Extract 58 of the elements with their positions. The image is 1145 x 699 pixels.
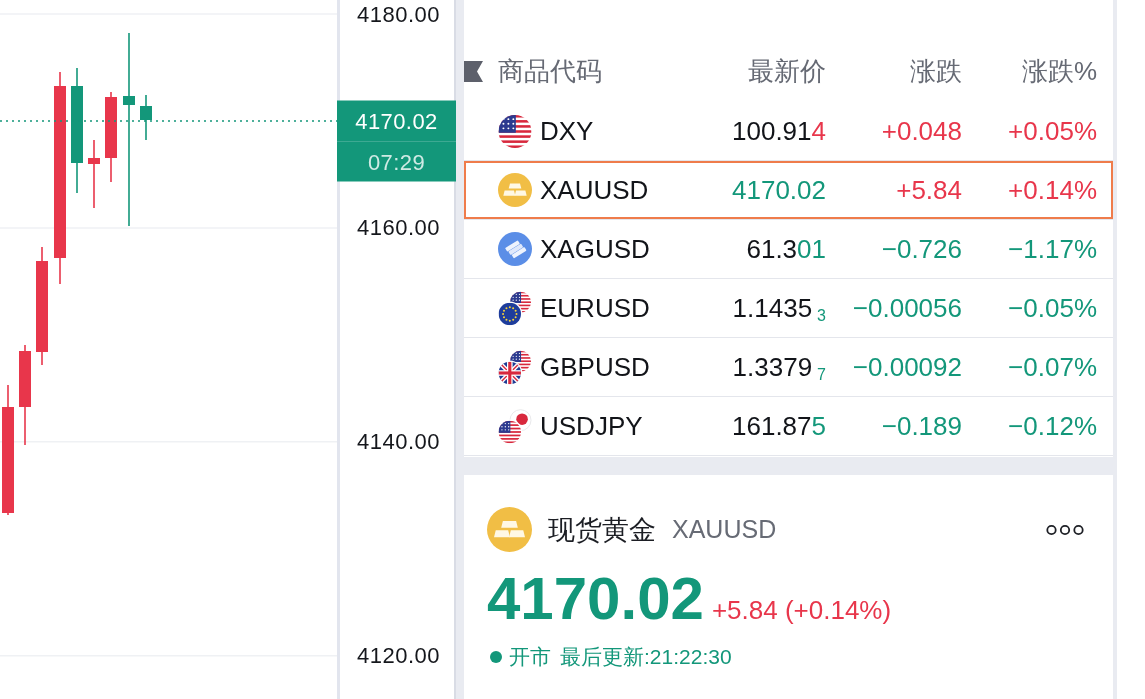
column-header: 最新价 (748, 54, 826, 88)
price-digits: 1.1435 (732, 292, 813, 324)
change-value: +0.048 (881, 115, 962, 147)
price-tag-value: 4170.02 (355, 108, 438, 134)
change-percent: −0.12% (1008, 410, 1097, 442)
axis-label: 4120.00 (356, 643, 440, 669)
countdown-label: 07:29 (367, 149, 426, 175)
column-header: 涨跌 (910, 54, 962, 88)
symbol-label: DXY (540, 115, 594, 147)
symbol-label: GBPUSD (540, 351, 650, 383)
price-digits: 1.3379 (732, 351, 813, 383)
change-percent: −0.07% (1008, 351, 1097, 383)
flag-pair-icon (498, 408, 532, 444)
symbol-label: XAGUSD (540, 233, 650, 265)
column-header: 涨跌% (1021, 54, 1097, 88)
flag-pair-icon (498, 349, 532, 385)
market-status: 开市 (509, 644, 551, 670)
instrument-name: 现货黄金 (548, 513, 656, 547)
pennant-icon (464, 60, 483, 82)
price-digits: 4170.02 (732, 174, 826, 206)
symbol-label: USDJPY (540, 410, 643, 442)
axis-label: 4180.00 (356, 1, 440, 27)
flag-pair-icon (498, 290, 532, 326)
ingot-icon (487, 507, 532, 552)
watchlist-row[interactable]: XAGUSD 61.301 −0.726 −1.17% (464, 220, 1113, 279)
change-value: −0.726 (881, 233, 962, 265)
change-value: −0.189 (881, 410, 962, 442)
price-digits: 161.87 (732, 410, 812, 442)
price-digits: 5 (811, 410, 826, 442)
price-digits: 61.3 (746, 233, 798, 265)
change-value: −0.00056 (852, 292, 962, 324)
pipette-digit: 7 (817, 365, 826, 384)
price-digits: 4 (811, 115, 826, 147)
price-digits: 100.91 (732, 115, 812, 147)
more-icon[interactable] (1046, 523, 1084, 536)
change-value: −0.00092 (852, 351, 962, 383)
price-value: 4170.02 (487, 569, 704, 629)
change-percent: +0.05% (1008, 115, 1097, 147)
watchlist-row[interactable]: XAUUSD 4170.02 +5.84 +0.14% (464, 161, 1113, 220)
change-percent: +0.14% (1008, 174, 1097, 206)
watchlist-row[interactable]: DXY 100.914 +0.048 +0.05% (464, 102, 1113, 161)
price-digits: 01 (797, 233, 826, 265)
symbol-label: XAUUSD (672, 515, 777, 544)
update-time: 最后更新:21:22:30 (560, 644, 732, 670)
pipette-digit: 3 (817, 306, 826, 325)
bar-stack-icon (498, 231, 532, 267)
flag-icon (498, 113, 532, 149)
symbol-label: XAUUSD (540, 174, 649, 206)
symbol-label: EURUSD (540, 292, 650, 324)
watchlist-row[interactable]: USDJPY 161.875 −0.189 −0.12% (464, 397, 1113, 456)
axis-label: 4140.00 (356, 429, 440, 455)
change-percent: −0.05% (1008, 292, 1097, 324)
change-value: +5.84 (896, 174, 962, 206)
change-value: +5.84 (+0.14%) (711, 595, 892, 626)
change-percent: −1.17% (1008, 233, 1097, 265)
axis-label: 4160.00 (356, 215, 440, 241)
ingot-icon (498, 172, 532, 208)
column-header: 商品代码 (498, 54, 602, 88)
